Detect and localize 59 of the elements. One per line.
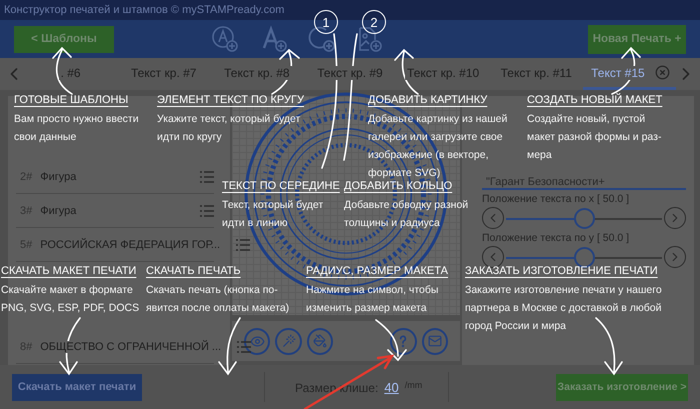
size-value-link[interactable]: 40	[384, 380, 399, 394]
layer-label: ОБЩЕСТВО С ОГРАНИЧЕННОЙ ...	[40, 340, 222, 352]
tab[interactable]: Текст #15	[582, 58, 676, 90]
window-title: Конструктор печатей и штампов © mySTAMPready.com	[4, 4, 284, 16]
tip-title: ГОТОВЫЕ ШАБЛОНЫ	[14, 94, 128, 106]
tab[interactable]: Текст кр. #11	[490, 58, 583, 90]
tip-title: ДОБАВИТЬ КАРТИНКУ	[368, 94, 488, 106]
tip-text: Нажмите на символ, чтобы изменить размер макета	[306, 283, 440, 316]
paint-bucket-icon[interactable]	[306, 328, 334, 354]
curved-arrow	[218, 317, 241, 375]
tip-title: СОЗДАТЬ НОВЫЙ МАКЕТ	[527, 94, 662, 106]
tip-title: СКАЧАТЬ ПЕЧАТЬ	[146, 265, 241, 277]
eye-icon[interactable]	[244, 328, 270, 354]
tip-title: ДОБАВИТЬ КОЛЬЦО	[344, 180, 452, 192]
templates-button[interactable]: < Шаблоны	[14, 26, 114, 52]
tip-title: ЗАКАЗАТЬ ИЗГОТОВЛЕНИЕ ПЕЧАТИ	[465, 265, 658, 277]
list-icon[interactable]	[237, 340, 252, 352]
step-number: 2	[362, 10, 386, 34]
tab[interactable]: Текст кр. #8	[210, 58, 304, 90]
order-button[interactable]: Заказать изготовление >	[556, 374, 688, 400]
tip-title: РАДИУС, РАЗМЕР МАКЕТА	[306, 265, 448, 277]
text-circle-add-icon[interactable]	[210, 24, 240, 54]
tab[interactable]: Текст кр. #7	[117, 58, 210, 90]
tip-title: СКАЧАТЬ МАКЕТ ПЕЧАТИ	[1, 265, 136, 277]
chevron-right-icon[interactable]	[664, 207, 686, 229]
wand-icon[interactable]	[275, 328, 302, 354]
download-layout-button[interactable]: Скачать макет печати	[12, 374, 142, 400]
list-icon[interactable]	[200, 170, 214, 182]
tip-text: Создайте новый, пустой макет разной формы и раз-мера	[527, 112, 662, 163]
slider-thumb[interactable]	[574, 208, 595, 228]
layer-label: Фигура	[40, 204, 76, 216]
tip-text: Вам просто нужно ввести свои данные	[14, 112, 140, 145]
tip-title: ТЕКСТ ПО СЕРЕДИНЕ	[222, 180, 340, 192]
curved-arrow	[271, 49, 300, 95]
mail-icon[interactable]	[422, 328, 448, 354]
layer-label: РОССИЙСКАЯ ФЕДЕРАЦИЯ ГОР...	[40, 238, 220, 250]
tip-text: Укажите текст, который будет идти по кругу	[157, 112, 302, 145]
new-stamp-button[interactable]: Новая Печать +	[588, 24, 686, 54]
chevron-right-icon[interactable]	[664, 246, 686, 268]
curved-arrow	[595, 317, 623, 375]
tip-text: Текст, который будет идти в линию	[222, 198, 324, 231]
layer-label: Фигура	[40, 170, 76, 182]
slider-thumb[interactable]	[574, 246, 595, 268]
help-icon[interactable]	[390, 328, 417, 354]
tip-text: Скачайте макет в формате PNG, SVG, ESP, PDF, DOCS	[1, 283, 140, 316]
close-icon[interactable]	[654, 65, 670, 80]
tab[interactable]: Текст кр. #10	[396, 58, 490, 90]
tip-text: Скачать печать (кнопка по-явится после оплаты макета)	[146, 283, 290, 316]
tab[interactable]: . #6	[24, 58, 118, 90]
tip-text: Добавьте обводку разной толщины и радиуса	[344, 198, 470, 231]
tip-text: Закажите изготовление печати у нашего партнера в Москве с доставкой в любой город России и мира	[465, 283, 663, 334]
slider-label: Положение текста по x [ 50.0 ]	[482, 193, 630, 205]
list-icon[interactable]	[200, 204, 214, 216]
curved-arrow	[375, 319, 407, 361]
tip-title: ЭЛЕМЕНТ ТЕКСТ ПО КРУГУ	[157, 94, 304, 106]
step-number: 1	[314, 10, 338, 34]
tab[interactable]: Текст кр. #9	[303, 58, 397, 90]
chevron-left-icon[interactable]	[482, 246, 504, 268]
list-icon[interactable]	[236, 238, 250, 250]
